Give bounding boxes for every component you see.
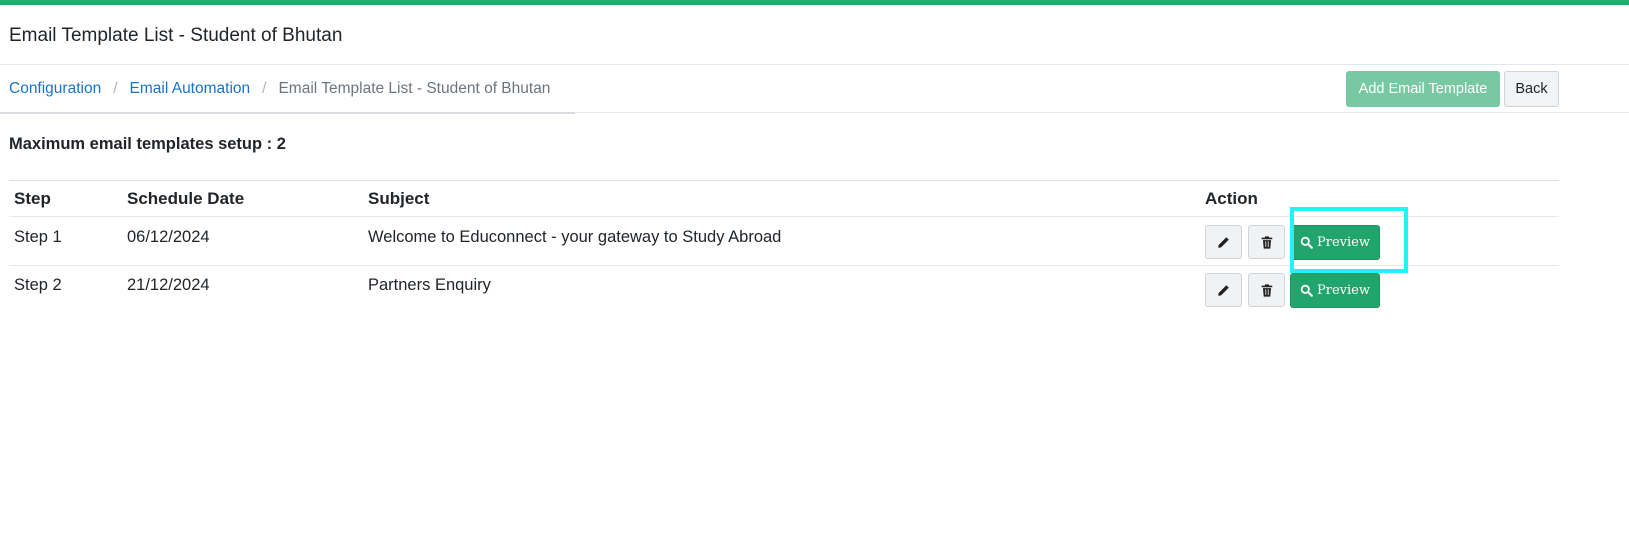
breadcrumb-underline <box>0 112 575 114</box>
pencil-icon <box>1218 236 1229 248</box>
trash-icon <box>1261 283 1272 297</box>
edit-button[interactable] <box>1205 225 1242 259</box>
page-title: Email Template List - Student of Bhutan <box>9 25 343 46</box>
search-icon <box>1300 284 1313 297</box>
cell-step: Step 1 <box>14 228 62 246</box>
header-divider <box>0 64 1629 65</box>
header-step: Step <box>14 189 51 208</box>
highlight-box <box>1290 207 1408 273</box>
cell-subject: Welcome to Educonnect - your gateway to … <box>368 228 782 246</box>
cell-schedule-date: 21/12/2024 <box>127 276 210 294</box>
cell-step: Step 2 <box>14 276 62 294</box>
back-button[interactable]: Back <box>1504 71 1559 107</box>
breadcrumb-separator: / <box>262 80 267 97</box>
trash-icon <box>1261 235 1272 249</box>
preview-button[interactable]: Preview <box>1290 273 1380 308</box>
table-top-border <box>9 180 1559 181</box>
pencil-icon <box>1218 284 1229 296</box>
header-subject: Subject <box>368 189 430 208</box>
header-action: Action <box>1205 189 1258 208</box>
delete-button[interactable] <box>1248 273 1285 307</box>
preview-label: Preview <box>1317 283 1370 298</box>
max-templates-label: Maximum email templates setup : 2 <box>9 135 286 153</box>
edit-button[interactable] <box>1205 273 1242 307</box>
breadcrumb-separator: / <box>113 80 118 97</box>
breadcrumb-email-automation-link[interactable]: Email Automation <box>130 80 251 97</box>
toolbar-divider <box>575 112 1629 113</box>
add-email-template-button[interactable]: Add Email Template <box>1346 71 1500 107</box>
delete-button[interactable] <box>1248 225 1285 259</box>
cell-schedule-date: 06/12/2024 <box>127 228 210 246</box>
cell-subject: Partners Enquiry <box>368 276 491 294</box>
header-schedule-date: Schedule Date <box>127 189 245 208</box>
breadcrumb-configuration-link[interactable]: Configuration <box>9 80 101 97</box>
top-accent-bar <box>0 0 1629 5</box>
breadcrumb: Configuration / Email Automation / Email Tem… <box>9 80 550 98</box>
breadcrumb-current: Email Template List - Student of Bhutan <box>278 80 551 97</box>
